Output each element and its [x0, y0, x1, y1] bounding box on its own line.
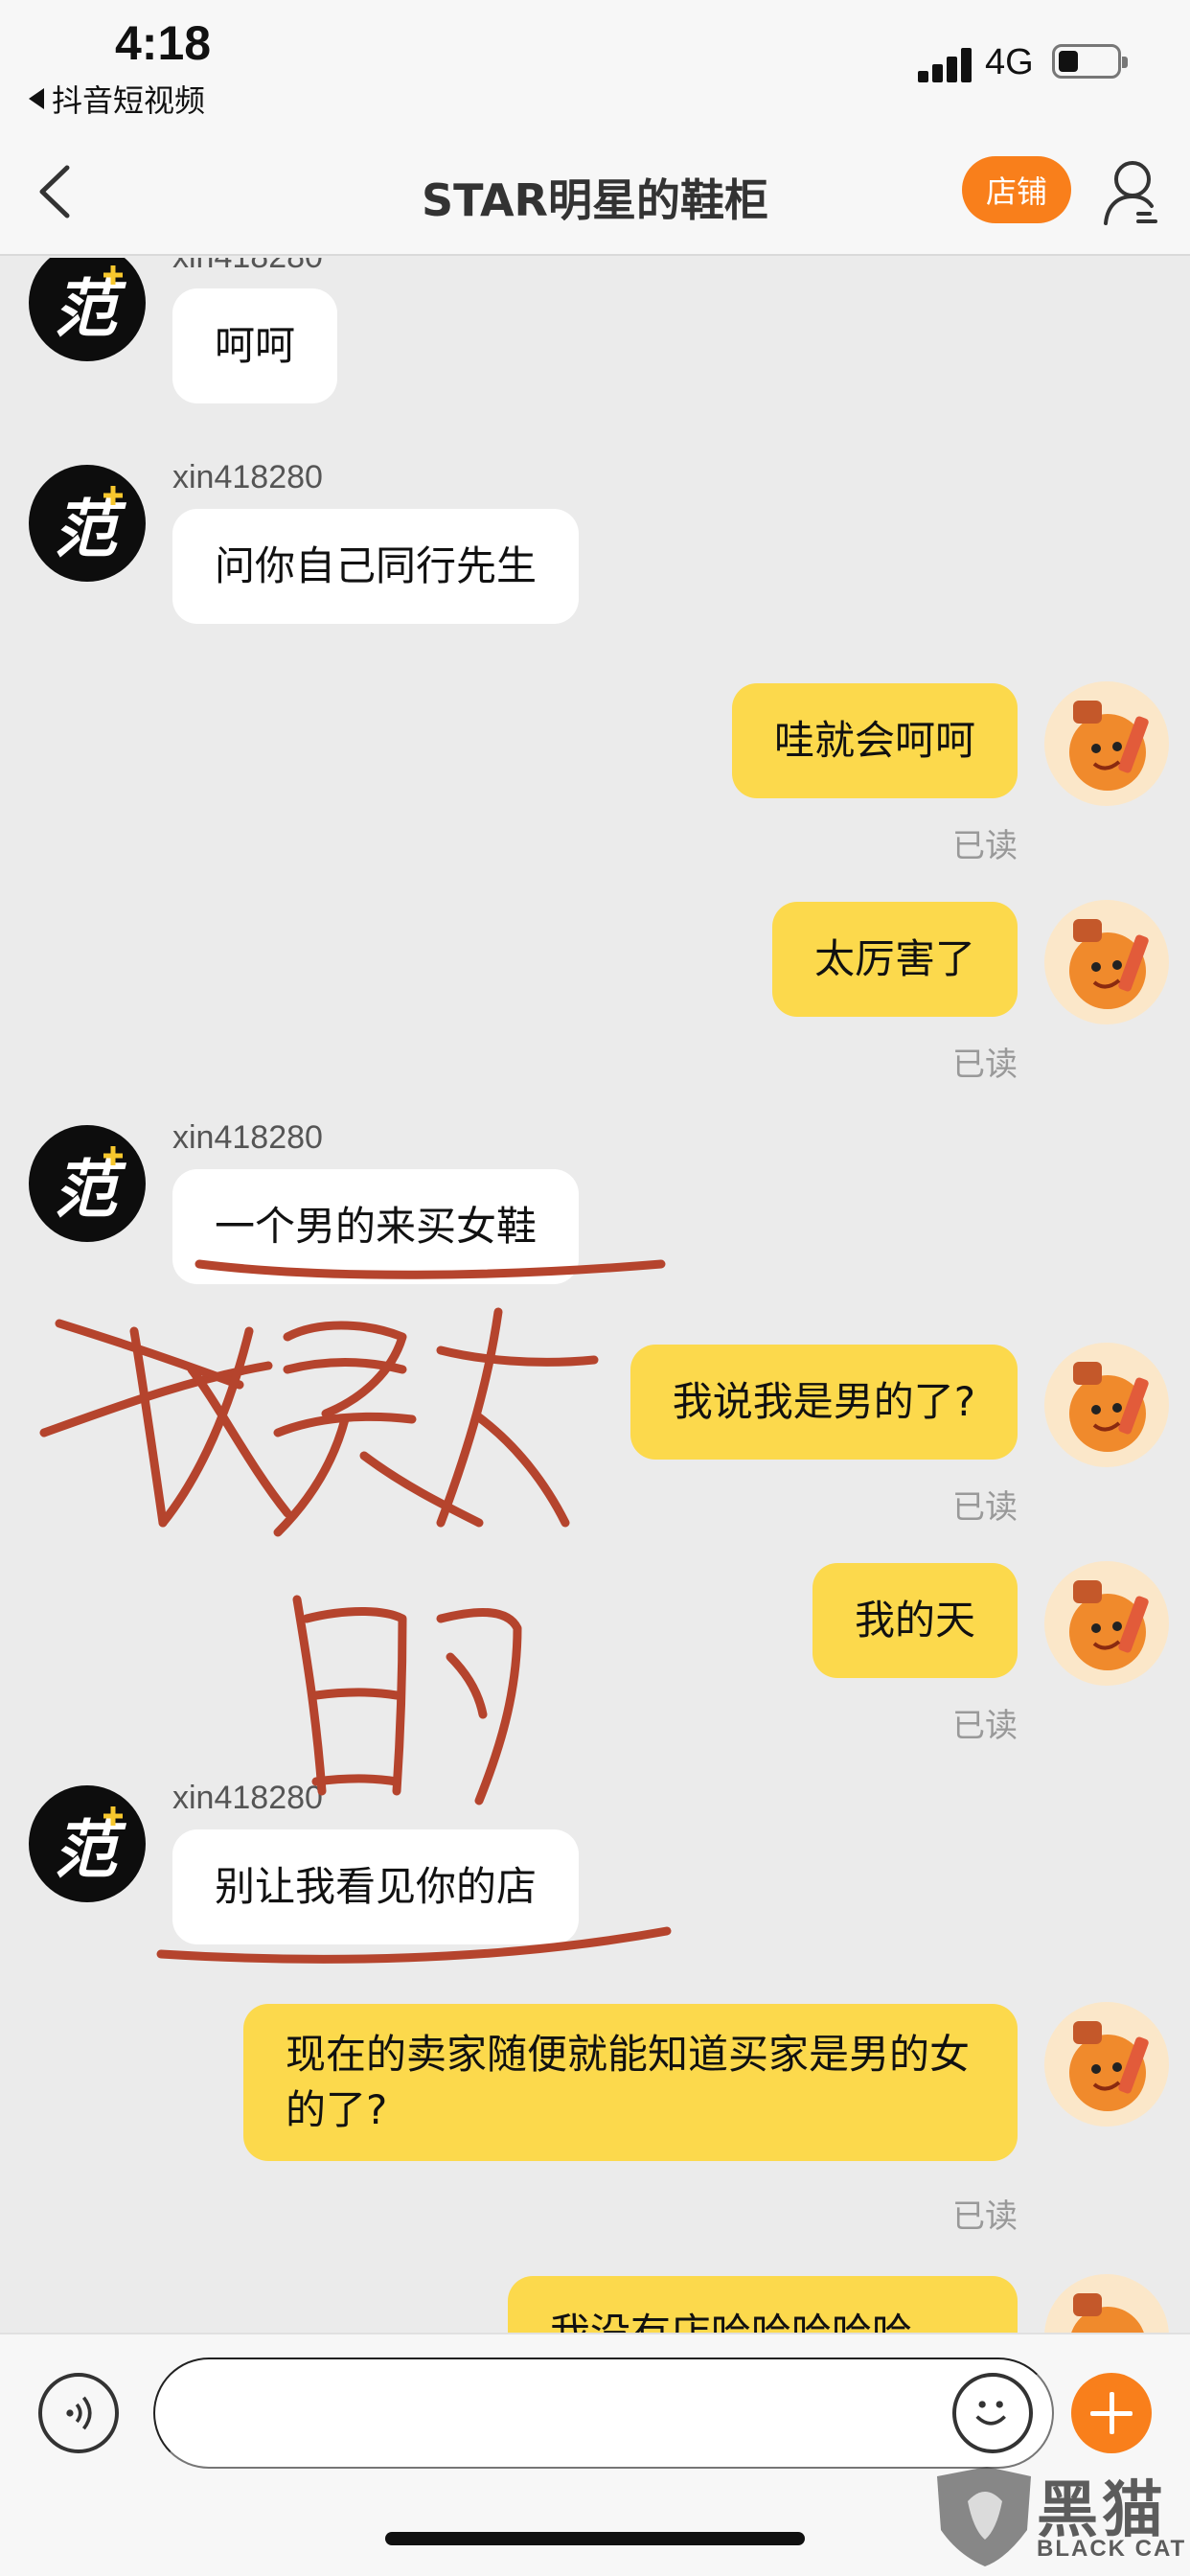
nav-bar: STAR明星的鞋柜 店铺 [0, 129, 1190, 256]
read-status: 已读 [952, 1707, 1018, 1745]
message-bubble[interactable]: 一个男的来买女鞋 [172, 1169, 580, 1284]
message-bubble[interactable]: 我说我是男的了? [629, 1345, 1018, 1460]
buyer-avatar[interactable] [1044, 1343, 1169, 1467]
svg-text:范: 范 [54, 1813, 126, 1887]
cartoon-avatar-icon [1049, 2007, 1164, 2122]
read-status: 已读 [952, 827, 1018, 865]
message-bubble[interactable]: 我没有店哈哈哈哈哈 [508, 2276, 1018, 2333]
read-status: 已读 [952, 1488, 1018, 1527]
add-button[interactable] [1071, 2373, 1152, 2453]
status-bar: 4:18 抖音短视频 4G [0, 0, 1190, 129]
cartoon-avatar-icon [1049, 1566, 1164, 1681]
read-status: 已读 [952, 1046, 1018, 1084]
fan-logo-icon: 范 [54, 486, 126, 566]
seller-avatar[interactable]: 范 [29, 465, 146, 582]
home-indicator[interactable] [385, 2532, 805, 2545]
watermark-subtext: BLACK CAT [1037, 2536, 1187, 2562]
seller-avatar[interactable]: 范 [29, 1785, 146, 1902]
smiley-icon [975, 2401, 1006, 2426]
message-bubble[interactable]: 现在的卖家随便就能知道买家是男的女的了? [243, 2004, 1018, 2161]
message-bubble[interactable]: 太厉害了 [771, 902, 1018, 1017]
voice-button[interactable] [38, 2373, 119, 2453]
svg-text:范: 范 [54, 1153, 126, 1227]
buyer-avatar[interactable] [1044, 900, 1169, 1024]
sender-name: xin418280 [172, 1119, 323, 1156]
seller-avatar[interactable]: 范 [29, 258, 146, 361]
person-icon[interactable] [1100, 156, 1161, 229]
back-app-label: 抖音短视频 [52, 82, 206, 119]
network-type: 4G [985, 42, 1034, 82]
sender-name: xin418280 [172, 258, 323, 276]
shop-button[interactable]: 店铺 [962, 156, 1071, 223]
sender-name: xin418280 [172, 459, 323, 495]
cartoon-avatar-icon [1049, 905, 1164, 1020]
battery-icon [1052, 44, 1128, 79]
emoji-button[interactable] [952, 2373, 1033, 2453]
message-bubble[interactable]: 呵呵 [172, 288, 338, 403]
cartoon-avatar-icon [1049, 1347, 1164, 1462]
fan-logo-icon: 范 [54, 1146, 126, 1227]
message-bubble[interactable]: 哇就会呵呵 [731, 683, 1018, 798]
cartoon-avatar-icon [1049, 686, 1164, 801]
seller-avatar[interactable]: 范 [29, 1125, 146, 1242]
back-to-app-link[interactable]: 抖音短视频 [29, 77, 205, 121]
message-input[interactable] [153, 2358, 1054, 2469]
message-bubble[interactable]: 别让我看见你的店 [172, 1829, 580, 1944]
sender-name: xin418280 [172, 1780, 323, 1816]
buyer-avatar[interactable] [1044, 2274, 1169, 2333]
cartoon-avatar-icon [1049, 2279, 1164, 2333]
buyer-avatar[interactable] [1044, 2002, 1169, 2127]
svg-text:范: 范 [54, 272, 126, 346]
buyer-avatar[interactable] [1044, 1561, 1169, 1686]
signal-icon [918, 48, 972, 82]
back-triangle-icon [29, 88, 44, 109]
fan-logo-icon: 范 [54, 265, 126, 346]
message-bubble[interactable]: 问你自己同行先生 [172, 509, 580, 624]
voice-icon [66, 2396, 92, 2430]
clock: 4:18 [115, 16, 212, 70]
read-status: 已读 [952, 2197, 1018, 2236]
message-bubble[interactable]: 我的天 [812, 1563, 1018, 1678]
chat-area[interactable]: 范 xin418280 呵呵 范 xin418280 问你自己同行先生 哇就会呵… [0, 258, 1190, 2333]
buyer-avatar[interactable] [1044, 681, 1169, 806]
fan-logo-icon: 范 [54, 1806, 126, 1887]
svg-text:范: 范 [54, 493, 126, 566]
